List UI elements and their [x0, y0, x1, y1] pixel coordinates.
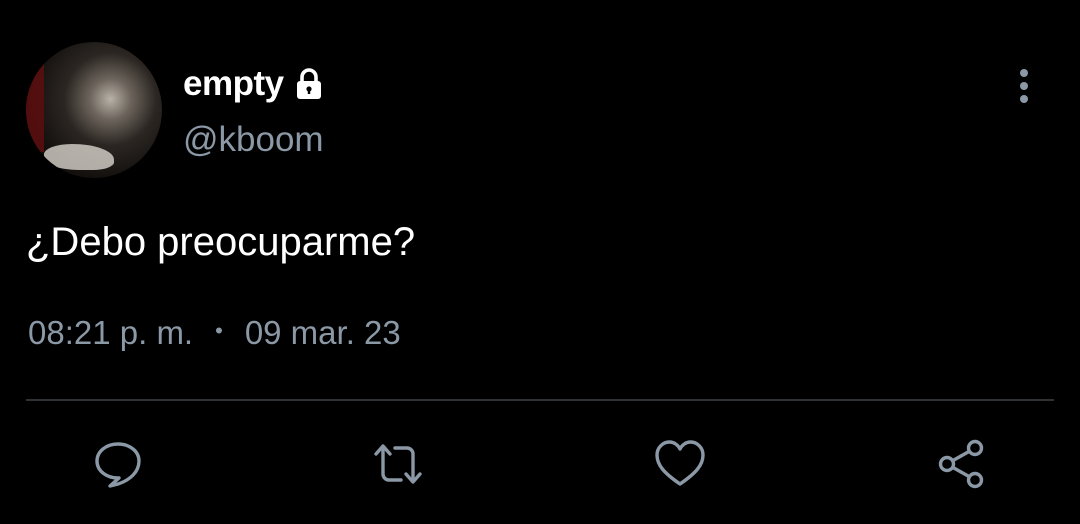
lock-icon: [292, 67, 326, 101]
heart-icon: [655, 440, 705, 486]
divider: [26, 399, 1054, 401]
tweet-text: ¿Debo preocuparme?: [26, 220, 416, 264]
meta-separator: •: [215, 318, 223, 343]
reply-icon: [95, 442, 141, 488]
reply-button[interactable]: [92, 438, 144, 490]
retweet-icon: [374, 444, 422, 484]
share-icon: [938, 439, 984, 489]
author-name-row: empty: [183, 64, 326, 104]
more-options-icon[interactable]: [1008, 66, 1040, 106]
tweet-meta: 08:21 p. m. • 09 mar. 23: [28, 314, 401, 352]
share-button[interactable]: [936, 438, 988, 490]
like-button[interactable]: [654, 438, 706, 490]
display-name[interactable]: empty: [183, 64, 284, 104]
handle[interactable]: @kboom: [183, 120, 324, 160]
tweet-date: 09 mar. 23: [244, 314, 401, 351]
tweet-time: 08:21 p. m.: [28, 314, 194, 351]
avatar[interactable]: [26, 42, 162, 178]
retweet-button[interactable]: [372, 438, 424, 490]
